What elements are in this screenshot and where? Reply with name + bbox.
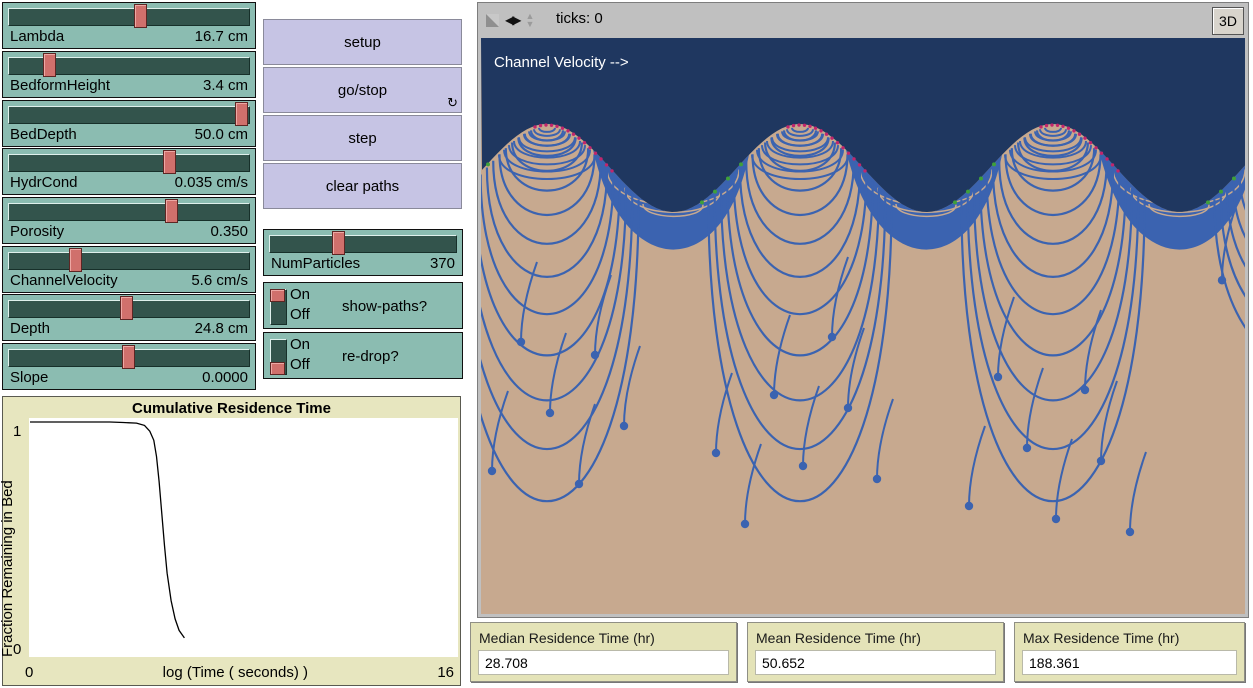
slider-beddepth-label: BedDepth <box>10 126 77 143</box>
slider-beddepth-handle[interactable] <box>235 102 248 126</box>
slider-slope[interactable]: Slope 0.0000 <box>2 343 256 390</box>
mean-residence-monitor: Mean Residence Time (hr) 50.652 <box>747 622 1004 682</box>
setup-button-label: setup <box>344 34 381 51</box>
forever-icon: ↻ <box>447 95 458 111</box>
slider-porosity-track[interactable] <box>8 203 250 221</box>
re-drop-switch-knob[interactable] <box>270 362 285 375</box>
cumulative-residence-time-plot: Cumulative Residence Time 1 0 Fraction R… <box>2 396 461 686</box>
median-residence-label: Median Residence Time (hr) <box>479 630 655 646</box>
clear-paths-button-label: clear paths <box>326 178 399 195</box>
slider-numparticles-value: 370 <box>430 255 455 272</box>
slider-porosity[interactable]: Porosity 0.350 <box>2 197 256 244</box>
slider-depth-value: 24.8 cm <box>195 320 248 337</box>
slider-numparticles-track[interactable] <box>269 235 457 253</box>
slider-channelvelocity-handle[interactable] <box>69 248 82 272</box>
slider-hydrcond[interactable]: HydrCond 0.035 cm/s <box>2 148 256 195</box>
go-stop-button-label: go/stop <box>338 82 387 99</box>
max-residence-value: 188.361 <box>1022 650 1237 675</box>
slider-slope-track[interactable] <box>8 349 250 367</box>
slider-hydrcond-handle[interactable] <box>163 150 176 174</box>
slider-numparticles[interactable]: NumParticles 370 <box>263 229 463 276</box>
plot-xtick-16: 16 <box>437 664 454 681</box>
netlogo-app-window: Lambda 16.7 cm BedformHeight 3.4 cm BedDep… <box>0 0 1253 688</box>
slider-depth-label: Depth <box>10 320 50 337</box>
slider-slope-value: 0.0000 <box>202 369 248 386</box>
step-button[interactable]: step <box>263 115 462 161</box>
slider-bedformheight-track[interactable] <box>8 57 250 75</box>
slider-channelvelocity-value: 5.6 cm/s <box>191 272 248 289</box>
re-drop-switch-label: re-drop? <box>342 333 399 380</box>
slider-depth[interactable]: Depth 24.8 cm <box>2 294 256 341</box>
slider-channelvelocity-label: ChannelVelocity <box>10 272 118 289</box>
slider-porosity-handle[interactable] <box>165 199 178 223</box>
horizontal-arrows-icon[interactable]: ◀▶ <box>505 13 519 27</box>
max-residence-label: Max Residence Time (hr) <box>1023 630 1179 646</box>
view-control-bar: ◀▶ ▲▼ ticks: 0 3D <box>478 3 1248 36</box>
switch-on-off-labels: OnOff <box>290 285 310 325</box>
slider-bedformheight-handle[interactable] <box>43 53 56 77</box>
mean-residence-value: 50.652 <box>755 650 996 675</box>
slider-lambda-handle[interactable] <box>134 4 147 28</box>
slider-depth-track[interactable] <box>8 300 250 318</box>
3d-view-button[interactable]: 3D <box>1212 7 1244 35</box>
ticks-counter: ticks: 0 <box>556 10 603 27</box>
max-residence-monitor: Max Residence Time (hr) 188.361 <box>1014 622 1245 682</box>
slider-lambda[interactable]: Lambda 16.7 cm <box>2 2 256 49</box>
median-residence-value: 28.708 <box>478 650 729 675</box>
show-paths-switch-knob[interactable] <box>270 289 285 302</box>
mean-residence-label: Mean Residence Time (hr) <box>756 630 921 646</box>
slider-hydrcond-value: 0.035 cm/s <box>175 174 248 191</box>
slider-bedformheight-label: BedformHeight <box>10 77 110 94</box>
slider-hydrcond-track[interactable] <box>8 154 250 172</box>
re-drop-switch[interactable]: OnOff re-drop? <box>263 332 463 379</box>
re-drop-switch-track[interactable] <box>270 339 287 375</box>
plot-curve <box>29 418 458 657</box>
step-button-label: step <box>348 130 376 147</box>
slider-numparticles-handle[interactable] <box>332 231 345 255</box>
slider-depth-handle[interactable] <box>120 296 133 320</box>
channel-velocity-label: Channel Velocity --> <box>494 54 629 71</box>
slider-lambda-value: 16.7 cm <box>195 28 248 45</box>
plot-title: Cumulative Residence Time <box>3 400 460 417</box>
setup-button[interactable]: setup <box>263 19 462 65</box>
slider-lambda-label: Lambda <box>10 28 64 45</box>
median-residence-monitor: Median Residence Time (hr) 28.708 <box>470 622 737 682</box>
slider-channelvelocity[interactable]: ChannelVelocity 5.6 cm/s <box>2 246 256 293</box>
world-view: ◀▶ ▲▼ ticks: 0 3D Channel Velocity --> <box>477 2 1249 618</box>
go-stop-button[interactable]: go/stop ↻ <box>263 67 462 113</box>
vertical-arrows-icon[interactable]: ▲▼ <box>525 12 534 28</box>
slider-beddepth[interactable]: BedDepth 50.0 cm <box>2 100 256 147</box>
slider-bedformheight-value: 3.4 cm <box>203 77 248 94</box>
world-canvas[interactable]: Channel Velocity --> <box>481 38 1245 614</box>
plot-x-axis-label: log (Time ( seconds) ) <box>163 664 308 681</box>
slider-bedformheight[interactable]: BedformHeight 3.4 cm <box>2 51 256 98</box>
plot-canvas <box>29 418 458 657</box>
slider-porosity-label: Porosity <box>10 223 64 240</box>
show-paths-switch[interactable]: OnOff show-paths? <box>263 282 463 329</box>
slider-lambda-track[interactable] <box>8 8 250 26</box>
simulation-graphics <box>481 38 1245 614</box>
slider-beddepth-value: 50.0 cm <box>195 126 248 143</box>
show-paths-switch-label: show-paths? <box>342 283 427 330</box>
slider-channelvelocity-track[interactable] <box>8 252 250 270</box>
slider-beddepth-track[interactable] <box>8 106 250 124</box>
slider-numparticles-label: NumParticles <box>271 255 360 272</box>
slider-slope-label: Slope <box>10 369 48 386</box>
switch-on-off-labels: OnOff <box>290 335 310 375</box>
plot-xtick-0: 0 <box>25 664 33 681</box>
clear-paths-button[interactable]: clear paths <box>263 163 462 209</box>
slider-slope-handle[interactable] <box>122 345 135 369</box>
plot-y-axis-label: Fraction Remaining in Bed <box>0 427 16 657</box>
slider-hydrcond-label: HydrCond <box>10 174 78 191</box>
slider-porosity-value: 0.350 <box>210 223 248 240</box>
show-paths-switch-track[interactable] <box>270 289 287 325</box>
diagonal-resize-icon[interactable] <box>486 14 499 27</box>
